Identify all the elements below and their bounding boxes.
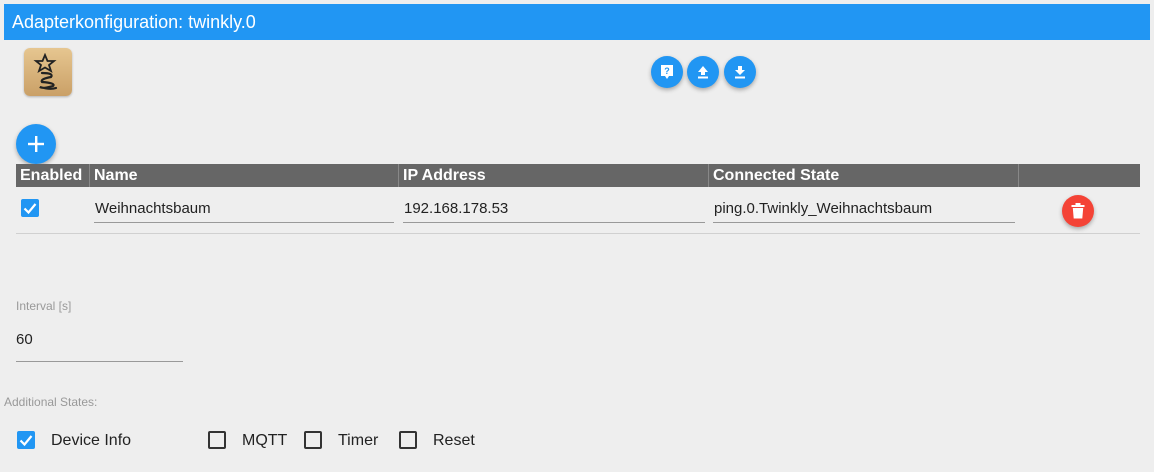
twinkly-logo-icon <box>24 48 72 96</box>
column-header-ip-address: IP Address <box>403 167 486 184</box>
timer-checkbox[interactable] <box>304 431 322 449</box>
mqtt-checkbox[interactable] <box>208 431 226 449</box>
column-divider <box>1018 164 1019 187</box>
interval-underline <box>16 361 183 362</box>
column-header-name: Name <box>94 167 138 184</box>
devices-table-header: Enabled Name IP Address Connected State <box>16 164 1140 187</box>
enabled-checkbox[interactable] <box>21 199 39 217</box>
help-icon: ? <box>661 65 673 79</box>
reset-label: Reset <box>433 432 475 449</box>
timer-label: Timer <box>338 432 379 449</box>
checkmark-icon <box>23 203 37 215</box>
additional-states-label: Additional States: <box>4 395 98 409</box>
add-device-button[interactable] <box>16 124 56 164</box>
reset-checkbox[interactable] <box>399 431 417 449</box>
mqtt-label: MQTT <box>242 432 288 449</box>
column-header-enabled: Enabled <box>20 167 83 184</box>
connected-state-input[interactable]: ping.0.Twinkly_Weihnachtsbaum <box>713 199 1015 223</box>
device-info-checkbox[interactable] <box>17 431 35 449</box>
device-info-label: Device Info <box>51 432 132 449</box>
name-input[interactable]: Weihnachtsbaum <box>94 199 394 223</box>
download-icon <box>735 66 745 79</box>
trash-icon <box>1071 203 1085 219</box>
download-button[interactable] <box>724 56 756 88</box>
delete-device-button[interactable] <box>1062 195 1094 227</box>
interval-label: Interval [s] <box>16 299 72 313</box>
plus-icon <box>28 136 44 152</box>
upload-button[interactable] <box>687 56 719 88</box>
help-button[interactable]: ? <box>651 56 683 88</box>
checkmark-icon <box>19 435 33 447</box>
column-header-connected-state: Connected State <box>713 167 840 184</box>
svg-text:?: ? <box>664 66 670 76</box>
window-title: Adapterkonfiguration: twinkly.0 <box>4 4 1150 40</box>
upload-icon <box>698 66 708 79</box>
table-row: Weihnachtsbaum 192.168.178.53 ping.0.Twi… <box>16 187 1140 234</box>
interval-input[interactable]: 60 <box>16 331 33 348</box>
ip-address-input[interactable]: 192.168.178.53 <box>403 199 705 223</box>
